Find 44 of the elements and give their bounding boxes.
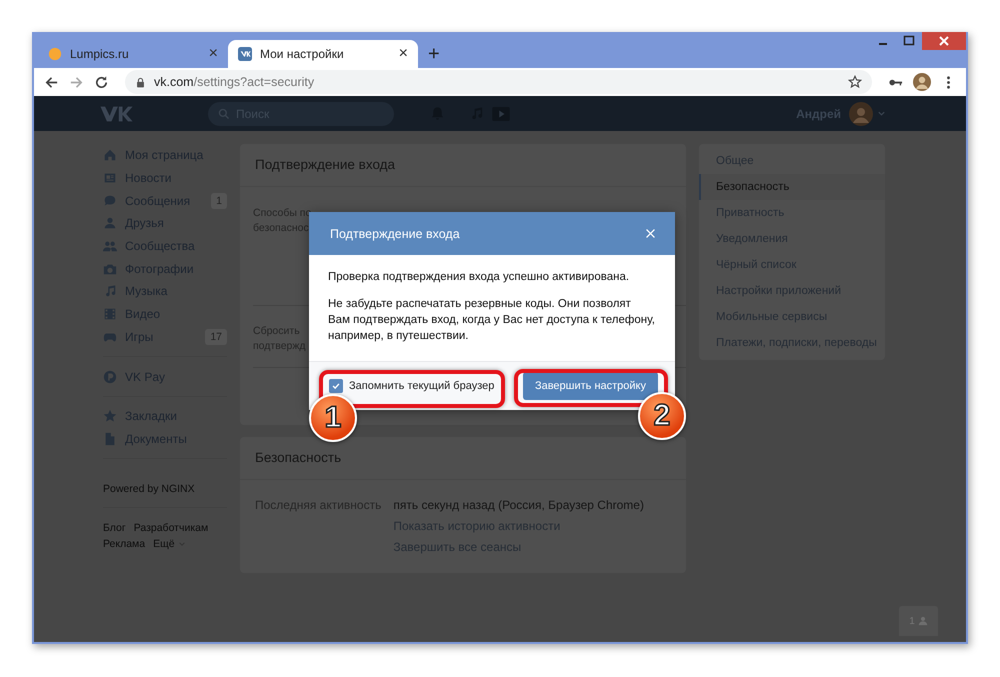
dialog-text: Проверка подтверждения входа успешно активирована. [328,270,630,285]
browser-tab[interactable]: Lumpics.ru × [38,40,228,68]
new-tab-button[interactable]: + [428,44,440,64]
lock-icon [135,76,146,88]
powered-by-text: Powered by NGINX [103,483,196,496]
settings-menu-item[interactable]: Безопасность [699,174,885,200]
search-icon [218,108,230,120]
home-icon [103,148,117,162]
browser-tab[interactable]: Мои настройки × [228,40,418,68]
footer-link[interactable]: Разработчикам [134,520,208,536]
person-icon [918,616,928,626]
close-tab-button[interactable]: × [208,46,218,62]
footer-link[interactable]: Блог [103,520,126,536]
vk-logo-icon [238,47,252,61]
checkbox-indicator[interactable] [329,379,343,393]
dialog-text: Не забудьте распечатать резервные коды. Они позволят Вам подтверждать вход, когда у Вас нет доступа к телефону, например, в путешествии. [328,297,656,344]
reload-icon[interactable] [94,74,109,90]
star-icon[interactable] [848,75,862,89]
footer-link[interactable]: Ещё [153,536,186,552]
document-icon [103,432,117,446]
back-arrow-icon[interactable] [44,74,59,90]
url-text: vk.com/settings?act=security [154,75,316,89]
dialog-title: Подтверждение входа [330,226,461,240]
footer-link[interactable]: Реклама [103,536,146,552]
card-title: Подтверждение входа [240,144,686,187]
close-tab-button[interactable]: × [398,46,408,62]
finish-setup-button[interactable]: Завершить настройку [522,372,658,400]
film-icon [103,307,117,322]
activity-text: пять секунд назад (Россия, Браузер Chrome) [393,498,644,512]
music-note-icon [103,284,117,298]
site-favicon-icon [48,47,62,61]
avatar-icon[interactable] [849,102,873,126]
people-icon [103,239,117,254]
close-window-icon[interactable] [922,32,966,50]
checkmark-icon [331,381,341,391]
address-bar[interactable]: vk.com/settings?act=security [125,70,872,94]
star-icon [103,409,117,424]
person-icon [103,216,117,230]
avatar-icon[interactable] [913,73,931,91]
speech-bubble-icon [103,194,117,208]
newspaper-icon [103,171,117,186]
close-icon[interactable] [645,228,656,239]
camera-icon [103,262,117,276]
remember-browser-checkbox[interactable]: Запомнить текущий браузер [329,379,494,393]
